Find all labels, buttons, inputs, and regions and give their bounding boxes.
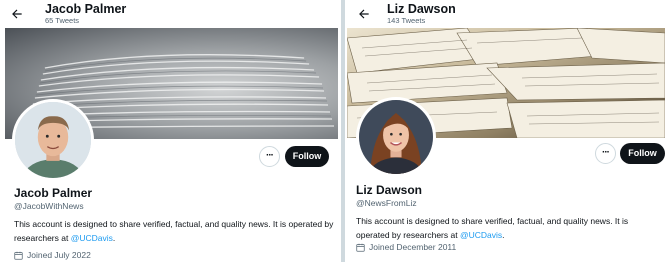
header-name: Liz Dawson [387, 2, 456, 16]
user-handle: @JacobWithNews [14, 201, 84, 211]
back-arrow-icon[interactable] [357, 7, 371, 21]
bio: This account is designed to share verifi… [356, 214, 661, 242]
header-name: Jacob Palmer [45, 2, 127, 16]
bio-mention-link[interactable]: @UCDavis [460, 230, 502, 240]
joined-text: Joined July 2022 [27, 250, 91, 260]
calendar-icon [14, 251, 23, 260]
bio-end: . [112, 233, 116, 243]
profile-panel-liz: Liz Dawson 143 Tweets ··· Follow Liz Daw… [347, 0, 665, 262]
joined-date: Joined December 2011 [356, 242, 456, 252]
display-name: Jacob Palmer [14, 186, 93, 200]
display-name: Liz Dawson [356, 183, 423, 197]
panel-divider [341, 0, 345, 262]
tweet-count: 143 Tweets [387, 16, 426, 25]
bio-mention-link[interactable]: @UCDavis [71, 233, 113, 243]
follow-button[interactable]: Follow [620, 143, 665, 164]
follow-button[interactable]: Follow [285, 146, 329, 167]
avatar[interactable] [356, 97, 436, 177]
tweet-count: 65 Tweets [45, 16, 80, 25]
bio-text: This account is designed to share verifi… [14, 219, 334, 243]
back-arrow-icon[interactable] [10, 7, 24, 21]
joined-date: Joined July 2022 [14, 250, 91, 260]
more-options-button[interactable]: ··· [595, 143, 616, 164]
profile-header: Liz Dawson 143 Tweets [347, 0, 665, 28]
user-handle: @NewsFromLiz [356, 198, 417, 208]
avatar[interactable] [12, 99, 94, 181]
bio-end: . [502, 230, 505, 240]
calendar-icon [356, 243, 365, 252]
profile-header: Jacob Palmer 65 Tweets [0, 0, 339, 28]
more-options-button[interactable]: ··· [259, 146, 280, 167]
joined-text: Joined December 2011 [369, 242, 457, 252]
bio: This account is designed to share verifi… [14, 217, 336, 245]
profile-panel-jacob: Jacob Palmer 65 Tweets ··· Follow Jacob … [0, 0, 339, 262]
